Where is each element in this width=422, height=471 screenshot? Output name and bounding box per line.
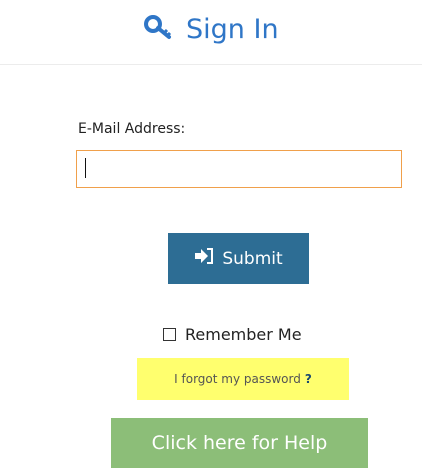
key-icon [143,14,186,45]
email-field[interactable] [76,150,402,188]
forgot-password-text: I forgot my password [174,372,301,386]
forgot-password-link[interactable]: I forgot my password ? [137,358,349,400]
remember-me-checkbox[interactable]: Remember Me [163,325,302,344]
remember-me-label: Remember Me [185,325,302,344]
checkbox-box[interactable] [163,328,176,341]
help-button[interactable]: Click here for Help [111,418,368,468]
page-title-text: Sign In [186,14,279,45]
page-title: Sign In [0,12,422,48]
sign-in-icon [194,248,214,269]
text-caret [85,158,86,178]
submit-label: Submit [222,248,283,269]
header: Sign In [0,0,422,65]
question-mark-icon: ? [304,372,312,386]
email-label: E-Mail Address: [78,121,186,137]
help-label: Click here for Help [151,432,328,454]
submit-button[interactable]: Submit [168,233,309,284]
sign-in-page: Sign In E-Mail Address: Submit Remember … [0,0,422,471]
